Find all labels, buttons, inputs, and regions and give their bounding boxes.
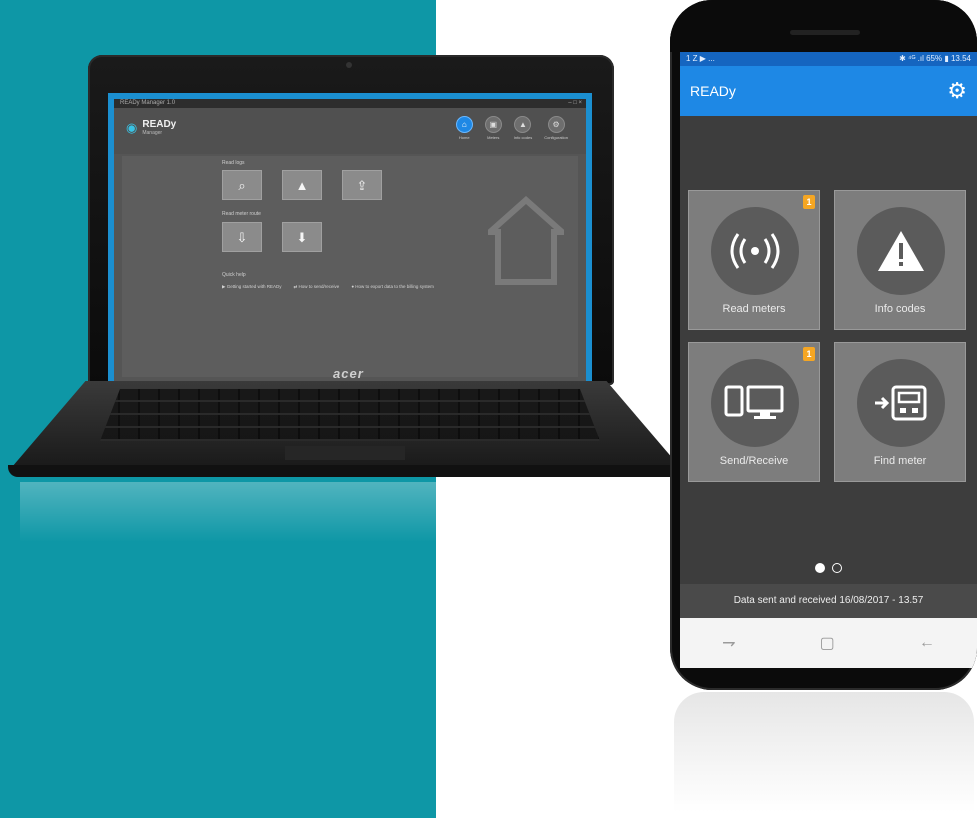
read-meters-label: Read meters (722, 303, 786, 315)
laptop-reflection (20, 482, 670, 542)
help-link-1[interactable]: ▶ Getting started with READy (222, 284, 282, 290)
devices-icon (711, 359, 799, 447)
help-link-2-label: How to send/receive (298, 284, 340, 289)
home-button-icon[interactable]: ▢ (820, 633, 835, 653)
find-meter-label: Find meter (873, 455, 927, 467)
section-quick-help: Quick help (222, 272, 246, 278)
sync-status-message: Data sent and received 16/08/2017 - 13.5… (733, 595, 924, 606)
section-read-route: Read meter route (222, 211, 261, 217)
phone-reflection (674, 692, 974, 812)
desktop-app-header: ◉ READy Manager ⌂ Home ▣ Meters ▲ Info c… (114, 108, 586, 154)
house-watermark-icon (488, 196, 564, 285)
desktop-assign-tile[interactable]: ⬇ (282, 222, 322, 252)
desktop-route-tile[interactable]: ⇩ (222, 222, 262, 252)
import-icon: ⇩ (236, 230, 248, 245)
export-icon: ⇪ (356, 178, 368, 193)
nav-info-codes-label: Info codes (513, 135, 533, 140)
page-indicator (680, 560, 977, 578)
notification-badge: 1 (803, 195, 815, 209)
nav-home[interactable]: ⌂ Home (455, 116, 473, 140)
read-meters-tile[interactable]: 1 Read meters (688, 190, 820, 330)
info-codes-label: Info codes (874, 303, 926, 315)
phone-speaker (790, 30, 860, 35)
desktop-info-codes-tile[interactable]: ▲ (282, 170, 322, 200)
send-receive-tile[interactable]: 1 Send/Receive (688, 342, 820, 482)
status-indicators: ✱ ⁴ᴳ .ıl 65% ▮ 13.54 (899, 54, 971, 63)
nav-configuration-label: Configuration (544, 135, 568, 140)
sync-status-bar: Data sent and received 16/08/2017 - 13.5… (680, 584, 977, 618)
wifi-logo-icon: ◉ (126, 120, 138, 135)
nav-home-label: Home (458, 135, 470, 140)
window-title: READy Manager 1.0 (120, 100, 176, 106)
radio-signal-icon (711, 207, 799, 295)
smartphone: 1 Z ▶ ... ✱ ⁴ᴳ .ıl 65% ▮ 13.54 READy ⚙ 1 (670, 0, 977, 690)
search-icon: ⌕ (238, 178, 246, 193)
help-link-3[interactable]: ● How to export data to the billing syst… (351, 284, 434, 290)
phone-status-bar: 1 Z ▶ ... ✱ ⁴ᴳ .ıl 65% ▮ 13.54 (680, 52, 977, 66)
nav-info-codes[interactable]: ▲ Info codes (514, 116, 532, 140)
help-link-3-label: How to export data to the billing system (355, 284, 434, 289)
find-meter-icon (857, 359, 945, 447)
laptop-camera (346, 62, 352, 68)
section-read-logs: Read logs (222, 160, 245, 166)
laptop-touchpad (285, 446, 405, 460)
android-nav-bar: ⇁ ▢ ← (680, 618, 977, 668)
notification-badge: 1 (803, 347, 815, 361)
warning-icon (857, 207, 945, 295)
desktop-logo: ◉ READy Manager (126, 119, 177, 137)
info-codes-tile[interactable]: Info codes (834, 190, 966, 330)
settings-gear-icon[interactable]: ⚙ (947, 78, 967, 104)
laptop-front-edge (8, 465, 684, 477)
user-download-icon: ⬇ (296, 230, 308, 245)
nav-configuration[interactable]: ⚙ Configuration (544, 116, 568, 140)
meter-icon: ▣ (484, 116, 502, 133)
back-arrow-icon[interactable]: ← (919, 634, 935, 652)
warning-icon: ▲ (295, 178, 309, 193)
status-notifications: 1 Z ▶ ... (686, 54, 715, 63)
desktop-logo-subtitle: Manager (142, 130, 163, 136)
window-controls[interactable]: – □ × (568, 99, 582, 108)
recent-apps-icon[interactable]: ⇁ (722, 633, 735, 653)
lock-icon: ⚙ (547, 116, 565, 133)
desktop-nav: ⌂ Home ▣ Meters ▲ Info codes ⚙ Configura… (455, 116, 568, 140)
window-titlebar: READy Manager 1.0 – □ × (114, 99, 586, 108)
page-dot-active[interactable] (815, 563, 826, 573)
phone-screen: 1 Z ▶ ... ✱ ⁴ᴳ .ıl 65% ▮ 13.54 READy ⚙ 1 (680, 52, 977, 668)
phone-top-bezel (670, 0, 977, 52)
nav-meters[interactable]: ▣ Meters (484, 116, 502, 140)
app-title: READy (690, 83, 736, 99)
laptop-brand-logo: acer (333, 366, 364, 381)
page-dot-inactive[interactable] (831, 563, 842, 573)
find-meter-tile[interactable]: Find meter (834, 342, 966, 482)
home-icon: ⌂ (455, 116, 473, 133)
warning-icon: ▲ (514, 116, 532, 133)
send-receive-label: Send/Receive (719, 455, 789, 467)
laptop-screen: READy Manager 1.0 – □ × ◉ READy Manager … (108, 93, 592, 393)
desktop-main-panel: Read logs ⌕ ▲ ⇪ Read meter route ⇩ ⬇ Qui… (122, 156, 578, 377)
nav-meters-label: Meters (487, 135, 500, 140)
laptop-lid: READy Manager 1.0 – □ × ◉ READy Manager … (88, 55, 614, 393)
help-links-row: ▶ Getting started with READy ⇄ How to se… (222, 284, 434, 290)
laptop-keyboard-rows (100, 389, 600, 441)
desktop-app-window: READy Manager 1.0 – □ × ◉ READy Manager … (114, 99, 586, 385)
desktop-search-tile[interactable]: ⌕ (222, 170, 262, 200)
desktop-export-tile[interactable]: ⇪ (342, 170, 382, 200)
app-bar: READy ⚙ (680, 66, 977, 116)
help-link-1-label: Getting started with READy (226, 284, 282, 289)
help-link-2[interactable]: ⇄ How to send/receive (294, 284, 340, 290)
desktop-logo-title: READy (142, 119, 177, 130)
